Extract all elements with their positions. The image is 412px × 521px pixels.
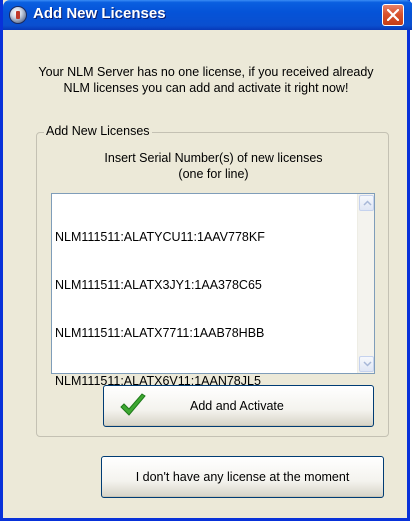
instructions-line-1: Insert Serial Number(s) of new licenses xyxy=(104,151,323,165)
serial-line: NLM111511:ALATX7711:1AAB78HBB xyxy=(55,326,265,340)
chevron-down-icon xyxy=(363,361,372,367)
scroll-down-button[interactable] xyxy=(359,356,374,372)
add-and-activate-label: Add and Activate xyxy=(190,399,284,413)
close-button[interactable] xyxy=(382,4,404,26)
serial-line: NLM111511:ALATYCU11:1AAV778KF xyxy=(55,230,265,244)
scroll-up-button[interactable] xyxy=(359,195,374,211)
checkmark-icon xyxy=(120,393,146,416)
info-message: Your NLM Server has no one license, if y… xyxy=(38,65,374,95)
groupbox-label: Add New Licenses xyxy=(44,124,152,138)
window-title: Add New Licenses xyxy=(33,5,166,22)
serial-line: NLM111511:ALATX3JY1:1AA378C65 xyxy=(55,278,262,292)
app-icon xyxy=(9,6,27,24)
instructions-line-2: (one for line) xyxy=(178,167,249,181)
close-icon xyxy=(387,9,399,21)
title-bar[interactable]: Add New Licenses xyxy=(3,0,412,30)
vertical-scrollbar[interactable] xyxy=(357,194,374,373)
add-and-activate-button[interactable]: Add and Activate xyxy=(103,385,374,427)
serial-numbers-textarea[interactable]: NLM111511:ALATYCU11:1AAV778KF NLM111511:… xyxy=(51,193,375,388)
chevron-up-icon xyxy=(363,200,372,206)
no-license-button[interactable]: I don't have any license at the moment xyxy=(101,456,384,498)
no-license-label: I don't have any license at the moment xyxy=(135,470,350,484)
instructions: Insert Serial Number(s) of new licenses … xyxy=(48,150,379,182)
